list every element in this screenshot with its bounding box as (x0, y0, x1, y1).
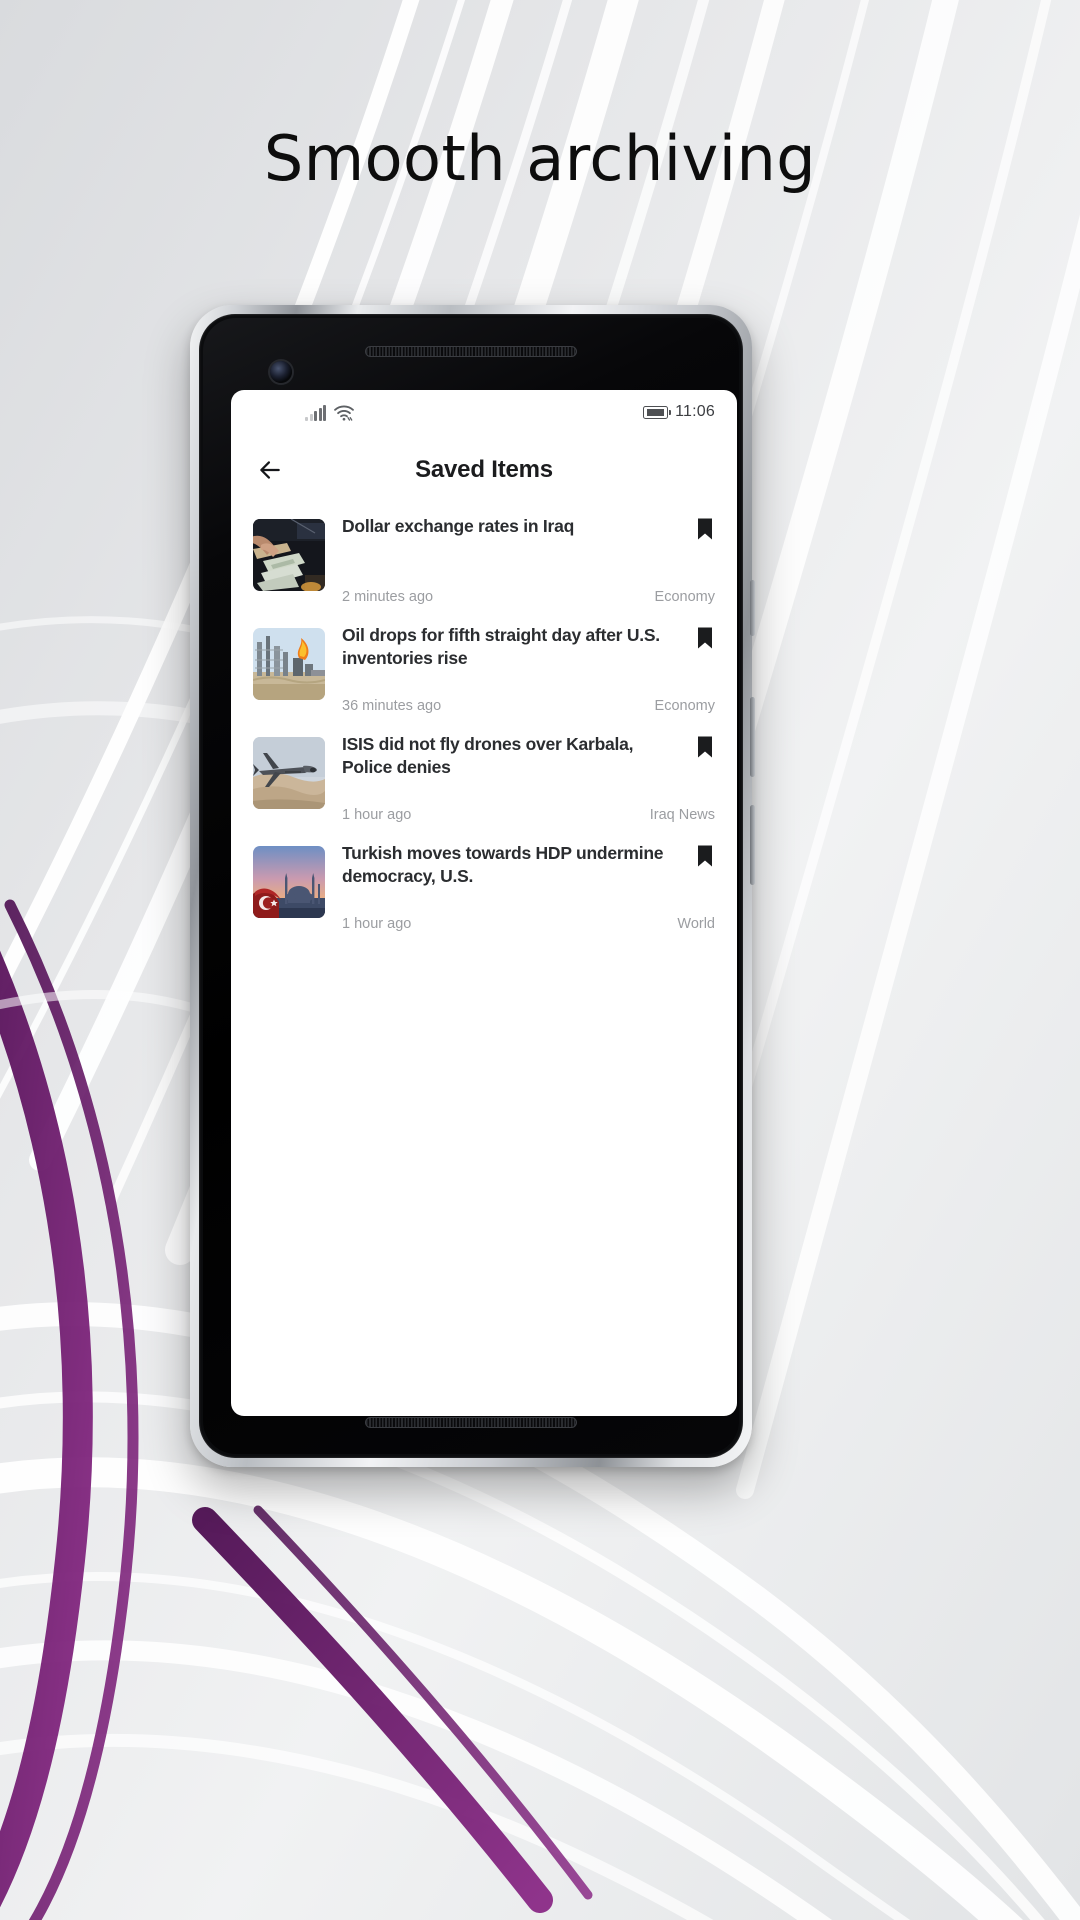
list-item-title: Turkish moves towards HDP undermine demo… (342, 843, 664, 886)
list-item-time: 36 minutes ago (342, 698, 442, 714)
list-item[interactable]: Oil drops for fifth straight day after U… (231, 615, 737, 724)
list-item-content: Oil drops for fifth straight day after U… (342, 624, 715, 716)
list-item-meta: 1 hour ago Iraq News (342, 807, 715, 825)
thumb-currency-exchange (253, 519, 325, 591)
phone-glass: 11:06 Saved Items Dollar exchange rates … (203, 318, 739, 1454)
list-item-content: Dollar exchange rates in Iraq 2 minutes … (342, 515, 715, 607)
list-item[interactable]: Dollar exchange rates in Iraq 2 minutes … (231, 506, 737, 615)
bookmark-filled-icon[interactable] (695, 844, 715, 873)
thumb-oil-refinery (253, 628, 325, 700)
list-item-category: World (677, 916, 715, 932)
earpiece-speaker-icon (365, 346, 577, 357)
volume-down-button[interactable] (750, 805, 755, 885)
list-item-category: Economy (654, 589, 715, 605)
list-item-meta: 36 minutes ago Economy (342, 698, 715, 716)
phone-mockup: 11:06 Saved Items Dollar exchange rates … (190, 305, 755, 1467)
list-item-content: Turkish moves towards HDP undermine demo… (342, 842, 715, 934)
bookmark-filled-icon[interactable] (695, 626, 715, 655)
list-item-time: 1 hour ago (342, 807, 412, 823)
saved-items-list: Dollar exchange rates in Iraq 2 minutes … (231, 506, 737, 942)
app-bar: Saved Items (231, 434, 737, 506)
list-item-category: Iraq News (649, 807, 715, 823)
list-item[interactable]: Turkish moves towards HDP undermine demo… (231, 833, 737, 942)
bookmark-filled-icon[interactable] (695, 517, 715, 546)
list-item-time: 2 minutes ago (342, 589, 434, 605)
list-item-category: Economy (654, 698, 715, 714)
phone-body: 11:06 Saved Items Dollar exchange rates … (199, 314, 743, 1458)
power-button[interactable] (750, 580, 755, 636)
status-bar-time: 11:06 (675, 403, 715, 420)
thumb-drone-desert (253, 737, 325, 809)
bookmark-filled-icon[interactable] (695, 735, 715, 764)
cellular-signal-icon (305, 404, 326, 421)
list-item-meta: 1 hour ago World (342, 916, 715, 934)
list-item-time: 1 hour ago (342, 916, 412, 932)
list-item-title: Dollar exchange rates in Iraq (342, 516, 575, 536)
phone-screen: 11:06 Saved Items Dollar exchange rates … (231, 390, 737, 1416)
volume-up-button[interactable] (750, 697, 755, 777)
list-item-title: ISIS did not fly drones over Karbala, Po… (342, 734, 634, 777)
list-item-title: Oil drops for fifth straight day after U… (342, 625, 660, 668)
status-bar: 11:06 (231, 390, 737, 434)
wifi-icon (333, 404, 355, 421)
status-bar-right: 11:06 (643, 390, 715, 434)
back-button[interactable] (253, 453, 287, 487)
front-camera-icon (270, 361, 292, 383)
app-bar-title: Saved Items (415, 456, 553, 483)
list-item-content: ISIS did not fly drones over Karbala, Po… (342, 733, 715, 825)
list-item-meta: 2 minutes ago Economy (342, 589, 715, 607)
battery-icon (643, 405, 672, 419)
status-bar-left (305, 404, 355, 421)
back-arrow-icon (260, 461, 280, 479)
thumb-istanbul-flag (253, 846, 325, 918)
list-item[interactable]: ISIS did not fly drones over Karbala, Po… (231, 724, 737, 833)
bottom-speaker-icon (365, 1417, 577, 1428)
page-title: Smooth archiving (263, 122, 817, 195)
